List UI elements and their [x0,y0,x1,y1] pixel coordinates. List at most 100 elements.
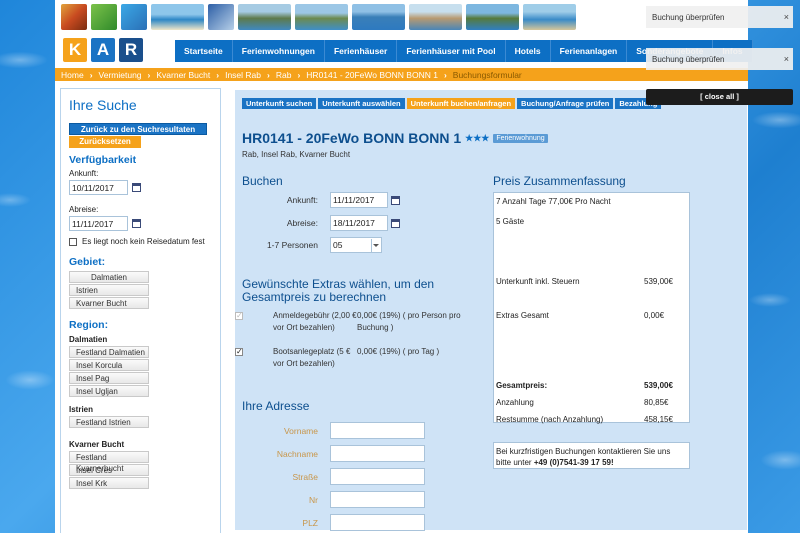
zip-input[interactable] [330,514,425,531]
street-input[interactable] [330,468,425,485]
header-photo[interactable] [466,4,519,30]
breadcrumb-vermietung[interactable]: Vermietung [99,70,142,80]
logo-letter: K [63,38,87,62]
extra-row: Bootsanlegeplatz (5 € vor Ort bezahlen) … [235,346,467,370]
extra-name: Bootsanlegeplatz (5 € vor Ort bezahlen) [273,347,351,368]
header-photo[interactable] [352,4,405,30]
region-chip[interactable]: Festland Kvarnerbucht [69,451,149,473]
header-photo[interactable] [208,4,234,30]
reset-button[interactable]: Zurücksetzen [69,136,141,148]
region-chip[interactable]: Insel Ugljan [69,385,149,397]
persons-label: 1-7 Personen [266,240,318,250]
step-book[interactable]: Unterkunft buchen/anfragen [406,98,516,109]
header-photo[interactable] [295,4,348,30]
logo-letter: A [91,38,115,62]
page: K A R Startseite Ferienwohnungen Ferienh… [55,0,753,533]
notification: Buchung überprüfen × [646,48,793,70]
header-photo[interactable] [238,4,291,30]
region-chip[interactable]: Festland Dalmatien [69,346,149,358]
departure-label: Abreise: [69,205,99,214]
extra-checkbox[interactable] [235,346,243,358]
departure-input[interactable] [330,215,388,231]
close-icon[interactable]: × [784,54,789,64]
breadcrumb-home[interactable]: Home [61,70,84,80]
contact-phone[interactable]: +49 (0)7541-39 17 59! [534,458,614,467]
sidebar-departure-input[interactable] [69,216,128,231]
nav-startseite[interactable]: Startseite [175,40,233,62]
extra-price: 0,00€ (19%) ( pro Person pro Buchung ) [357,311,461,332]
chevron-right-icon: › [267,69,270,80]
sidebar-arrival-input[interactable] [69,180,128,195]
extra-row: Anmeldegebühr (2,00 € vor Ort bezahlen) … [235,310,467,334]
breadcrumb-rab[interactable]: Rab [276,70,292,80]
arrival-input[interactable] [330,192,388,208]
price-summary-box: 7 Anzahl Tage 77,00€ Pro Nacht 5 Gäste U… [493,192,690,424]
firstname-input[interactable] [330,422,425,439]
close-all-button[interactable]: [ close all ] [646,89,793,105]
property-title-row: HR0141 - 20FeWo BONN BONN 1 ★★★ Ferienwo… [242,130,548,146]
summary-heading: Preis Zusammenfassung [493,174,626,188]
extras-total-label: Extras Gesamt [496,311,549,320]
area-chip-kvarner[interactable]: Kvarner Bucht [69,297,149,309]
area-chip-dalmatien[interactable]: Dalmatien [69,271,149,283]
region-group-kvarner: Kvarner Bucht [69,440,125,449]
region-chip[interactable]: Insel Cres [69,464,149,476]
lastname-label: Nachname [276,448,318,459]
photo-strip [61,4,576,30]
calendar-icon[interactable] [391,218,400,228]
header-photo[interactable] [121,4,147,30]
rest-label: Restsumme (nach Anzahlung) [496,415,604,424]
close-icon[interactable]: × [784,12,789,22]
kar-logo[interactable]: K A R [63,38,143,62]
firstname-label: Vorname [283,425,318,436]
chevron-right-icon: › [216,69,220,80]
notification-text: Buchung überprüfen [652,13,725,22]
rating-stars-icon: ★★★ [465,132,490,143]
address-heading: Ihre Adresse [242,399,310,413]
booking-steps: Unterkunft suchen Unterkunft auswählen U… [242,98,662,109]
calendar-icon[interactable] [132,219,141,228]
street-label: Straße [292,471,318,482]
header-photo[interactable] [523,4,576,30]
region-chip[interactable]: Insel Krk [69,477,149,489]
header-photo[interactable] [151,4,204,30]
breadcrumb-property[interactable]: HR0141 - 20FeWo BONN BONN 1 [306,70,438,80]
region-chip[interactable]: Festland Istrien [69,416,149,428]
nav-hotels[interactable]: Hotels [506,40,551,62]
persons-select[interactable]: 05 [330,237,382,253]
extra-checkbox[interactable] [235,310,243,322]
lastname-input[interactable] [330,445,425,462]
no-date-checkbox[interactable] [69,237,77,246]
header-photo[interactable] [61,4,87,30]
region-group-istrien: Istrien [69,405,94,414]
breadcrumb-current: Buchungsformular [452,69,522,80]
area-chip-istrien[interactable]: Istrien [69,284,149,296]
chevron-right-icon: › [147,69,151,80]
chevron-down-icon [371,238,379,252]
booking-heading: Buchen [242,174,283,188]
nav-ferienanlagen[interactable]: Ferienanlagen [551,40,628,62]
calendar-icon[interactable] [132,183,141,192]
region-chip[interactable]: Insel Korcula [69,359,149,371]
region-chip[interactable]: Insel Pag [69,372,149,384]
notification: Buchung überprüfen × [646,6,793,28]
nav-ferienwohnungen[interactable]: Ferienwohnungen [233,40,325,62]
deposit-label: Anzahlung [496,398,534,407]
step-search[interactable]: Unterkunft suchen [242,98,317,109]
step-review[interactable]: Buchung/Anfrage prüfen [517,98,614,109]
breadcrumb-insel-rab[interactable]: Insel Rab [225,70,261,80]
nav-ferienhaeuser[interactable]: Ferienhäuser [325,40,398,62]
number-input[interactable] [330,491,425,508]
breadcrumb-kvarner[interactable]: Kvarner Bucht [156,70,210,80]
arrival-label: Ankunft: [286,195,318,205]
summary-guests: 5 Gäste [496,217,525,226]
calendar-icon[interactable] [391,195,400,205]
header-photo[interactable] [409,4,462,30]
header-photo[interactable] [91,4,117,30]
step-select[interactable]: Unterkunft auswählen [318,98,405,109]
chevron-right-icon: › [89,69,93,80]
back-to-results-button[interactable]: Zurück zu den Suchresultaten [69,123,207,135]
nav-ferienhaeuser-pool[interactable]: Ferienhäuser mit Pool [397,40,506,62]
area-heading: Gebiet: [69,256,106,268]
chevron-right-icon: › [443,69,447,80]
